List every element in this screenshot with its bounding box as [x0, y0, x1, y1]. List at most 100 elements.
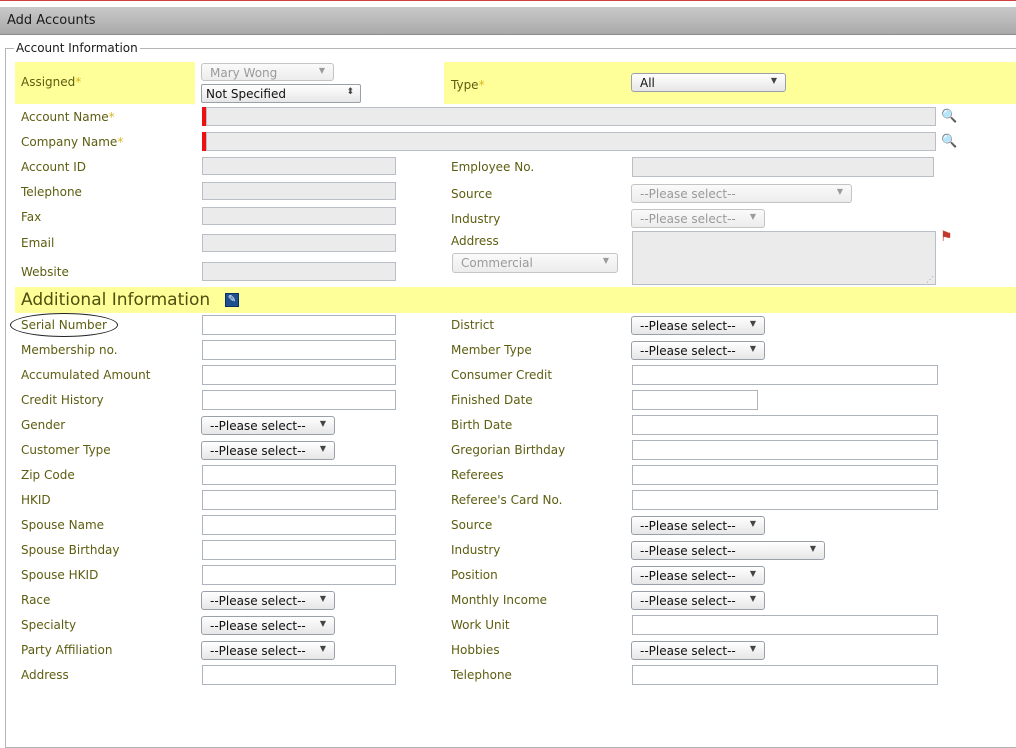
- telephone-input[interactable]: [202, 182, 396, 200]
- fax-input[interactable]: [202, 207, 396, 225]
- left-field-12-label: Specialty: [21, 618, 77, 632]
- left-field-3-input[interactable]: [202, 390, 396, 410]
- right-field-0-select[interactable]: --Please select-- ▼: [631, 316, 765, 335]
- select-value: --Please select--: [640, 569, 736, 583]
- select-value: --Please select--: [640, 544, 736, 558]
- website-input[interactable]: [202, 262, 396, 281]
- address-label: Address: [451, 234, 499, 248]
- left-field-1-input[interactable]: [202, 340, 396, 360]
- dropdown-arrow-icon: ▼: [749, 344, 756, 353]
- account-information-legend: Account Information: [14, 41, 140, 55]
- left-field-10-input[interactable]: [202, 565, 396, 585]
- website-label: Website: [21, 265, 69, 279]
- industry-select[interactable]: --Please select-- ▼: [631, 209, 765, 228]
- address-textarea[interactable]: ⋰: [632, 231, 936, 285]
- left-field-0-input[interactable]: [202, 315, 396, 335]
- right-field-8-select[interactable]: --Please select-- ▼: [631, 516, 765, 535]
- left-field-12-select[interactable]: --Please select-- ▼: [201, 616, 335, 635]
- right-field-2-label: Consumer Credit: [451, 368, 553, 382]
- dropdown-arrow-icon: ▼: [836, 187, 843, 196]
- left-field-8-input[interactable]: [202, 515, 396, 535]
- email-input[interactable]: [202, 234, 396, 252]
- employee-no-input[interactable]: [632, 157, 934, 177]
- right-field-7-label: Referee's Card No.: [451, 493, 563, 507]
- left-field-11-label: Race: [21, 593, 51, 607]
- serial-number-annotation-ellipse: [10, 313, 118, 337]
- dropdown-arrow-icon: ▼: [749, 212, 756, 221]
- assigned-user-select[interactable]: Mary Wong ▼: [201, 63, 334, 81]
- left-field-14-label: Address: [21, 668, 69, 682]
- left-field-9-label: Spouse Birthday: [21, 543, 120, 557]
- right-field-12-label: Work Unit: [451, 618, 510, 632]
- right-field-6-label: Referees: [451, 468, 504, 482]
- type-select[interactable]: All ▼: [631, 73, 786, 92]
- right-field-5-input[interactable]: [632, 440, 938, 460]
- assigned-option-select[interactable]: Not Specified ⬍: [201, 84, 361, 103]
- left-field-9-input[interactable]: [202, 540, 396, 560]
- company-name-input[interactable]: [206, 132, 936, 151]
- right-field-5-label: Gregorian Birthday: [451, 443, 566, 457]
- source-select[interactable]: --Please select-- ▼: [631, 184, 852, 203]
- right-field-7-input[interactable]: [632, 490, 938, 510]
- select-value: --Please select--: [210, 594, 306, 608]
- select-value: --Please select--: [210, 419, 306, 433]
- dropdown-arrow-icon: ▼: [319, 619, 326, 628]
- left-field-11-select[interactable]: --Please select-- ▼: [201, 591, 335, 610]
- window-top-border: [0, 0, 1016, 7]
- right-field-13-select[interactable]: --Please select-- ▼: [631, 641, 765, 660]
- right-field-10-label: Position: [451, 568, 498, 582]
- resize-grip-icon[interactable]: ⋰: [926, 275, 934, 284]
- additional-information-title: Additional Information: [21, 290, 211, 310]
- edit-note-icon[interactable]: ✎: [225, 293, 239, 307]
- left-field-2-label: Accumulated Amount: [21, 368, 151, 382]
- magnifier-icon[interactable]: 🔍: [941, 109, 957, 124]
- right-field-4-label: Birth Date: [451, 418, 513, 432]
- select-value: --Please select--: [640, 644, 736, 658]
- right-field-3-label: Finished Date: [451, 393, 533, 407]
- dropdown-arrow-icon: ▼: [319, 444, 326, 453]
- left-field-2-input[interactable]: [202, 365, 396, 385]
- map-icon[interactable]: ⚑: [940, 229, 953, 245]
- select-value: --Please select--: [210, 444, 306, 458]
- right-field-2-input[interactable]: [632, 365, 938, 385]
- right-field-1-select[interactable]: --Please select-- ▼: [631, 341, 765, 360]
- account-id-label: Account ID: [21, 160, 87, 174]
- left-field-8-label: Spouse Name: [21, 518, 105, 532]
- right-field-1-label: Member Type: [451, 343, 532, 357]
- magnifier-icon[interactable]: 🔍: [941, 134, 957, 149]
- account-name-input[interactable]: [206, 107, 936, 126]
- source-label: Source: [451, 187, 493, 201]
- left-field-14-input[interactable]: [202, 665, 396, 685]
- right-field-12-input[interactable]: [632, 615, 938, 635]
- left-field-7-label: HKID: [21, 493, 51, 507]
- left-field-6-input[interactable]: [202, 465, 396, 485]
- left-field-13-select[interactable]: --Please select-- ▼: [201, 641, 335, 660]
- left-field-10-label: Spouse HKID: [21, 568, 99, 582]
- address-type-select[interactable]: Commercial ▼: [452, 253, 618, 273]
- right-field-10-select[interactable]: --Please select-- ▼: [631, 566, 765, 585]
- right-field-3-date-input[interactable]: [632, 390, 758, 410]
- right-field-14-label: Telephone: [451, 668, 512, 682]
- right-field-14-input[interactable]: [632, 665, 938, 685]
- dropdown-arrow-icon: ▼: [319, 644, 326, 653]
- account-id-input[interactable]: [202, 157, 396, 175]
- right-field-6-input[interactable]: [632, 465, 938, 485]
- left-field-7-input[interactable]: [202, 490, 396, 510]
- left-field-1-label: Membership no.: [21, 343, 118, 357]
- right-field-4-input[interactable]: [632, 415, 938, 435]
- dropdown-arrow-icon: ▼: [809, 544, 816, 553]
- dropdown-arrow-icon: ▼: [749, 644, 756, 653]
- dropdown-arrow-icon: ▼: [749, 319, 756, 328]
- select-value: --Please select--: [640, 344, 736, 358]
- title-bar: Add Accounts: [0, 7, 1016, 35]
- right-field-11-select[interactable]: --Please select-- ▼: [631, 591, 765, 610]
- dropdown-arrow-icon: ▼: [319, 594, 326, 603]
- select-value: --Please select--: [640, 519, 736, 533]
- left-field-6-label: Zip Code: [21, 468, 75, 482]
- assigned-label: Assigned*: [21, 75, 82, 89]
- right-field-9-select[interactable]: --Please select-- ▼: [631, 541, 825, 560]
- assigned-type-row: Assigned* Mary Wong ▼ Not Specified ⬍ Type…: [15, 62, 1016, 104]
- left-field-4-select[interactable]: --Please select-- ▼: [201, 416, 335, 435]
- left-field-4-label: Gender: [21, 418, 66, 432]
- left-field-5-select[interactable]: --Please select-- ▼: [201, 441, 335, 460]
